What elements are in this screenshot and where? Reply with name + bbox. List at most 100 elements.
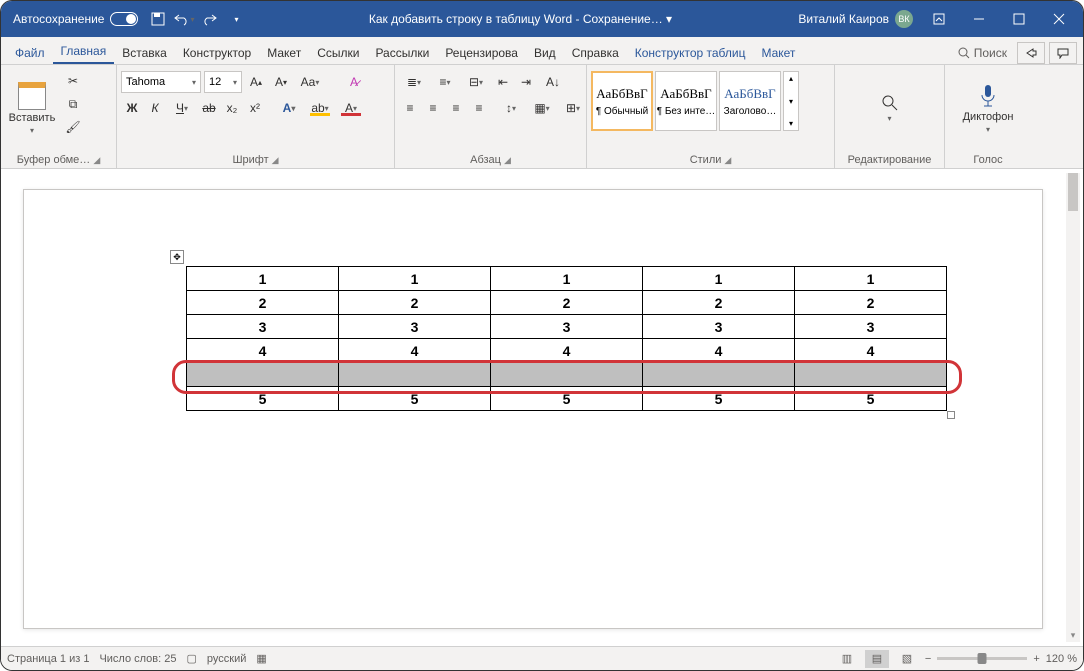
minimize-button[interactable] xyxy=(959,1,999,37)
highlight-button[interactable]: ab▾ xyxy=(305,97,335,119)
subscript-button[interactable]: x₂ xyxy=(221,97,243,119)
numbering-button[interactable]: ≡▾ xyxy=(430,71,460,93)
tab-design[interactable]: Конструктор xyxy=(175,40,259,64)
align-center-button[interactable]: ≡ xyxy=(422,97,444,119)
user-name: Виталий Каиров xyxy=(798,12,889,26)
undo-button[interactable]: ▾ xyxy=(172,7,196,31)
tab-view[interactable]: Вид xyxy=(526,40,564,64)
vertical-scrollbar[interactable]: ▴ ▾ xyxy=(1066,173,1080,642)
view-web-layout[interactable]: ▧ xyxy=(895,650,919,668)
save-icon[interactable] xyxy=(146,7,170,31)
close-button[interactable] xyxy=(1039,1,1079,37)
shrink-font-button[interactable]: A▾ xyxy=(270,71,292,93)
search-icon xyxy=(881,94,899,112)
scrollbar-thumb[interactable] xyxy=(1068,173,1078,211)
tab-table-design[interactable]: Конструктор таблиц xyxy=(627,40,754,64)
view-print-layout[interactable]: ▤ xyxy=(865,650,889,668)
group-voice-label: Голос xyxy=(973,154,1002,166)
change-case-button[interactable]: Aa▾ xyxy=(295,71,325,93)
font-size-select[interactable]: 12▾ xyxy=(204,71,242,93)
font-name-select[interactable]: Tahoma▾ xyxy=(121,71,201,93)
tab-help[interactable]: Справка xyxy=(564,40,627,64)
page-indicator[interactable]: Страница 1 из 1 xyxy=(7,653,89,665)
search-icon xyxy=(958,47,970,59)
sort-button[interactable]: A↓ xyxy=(538,71,568,93)
superscript-button[interactable]: x² xyxy=(244,97,266,119)
document-table[interactable]: 11111 22222 33333 44444 55555 xyxy=(186,266,947,411)
increase-indent-button[interactable]: ⇥ xyxy=(515,71,537,93)
proofing-icon[interactable]: ▢ xyxy=(187,652,197,665)
text-effects-button[interactable]: A▾ xyxy=(274,97,304,119)
justify-button[interactable]: ≡ xyxy=(468,97,490,119)
style-no-spacing[interactable]: АаБбВвГ ¶ Без инте… xyxy=(655,71,717,131)
table-resize-handle-icon[interactable] xyxy=(947,411,955,419)
bullets-button[interactable]: ≣▾ xyxy=(399,71,429,93)
tab-file[interactable]: Файл xyxy=(7,40,53,64)
comments-button[interactable] xyxy=(1049,42,1077,64)
scroll-down-icon[interactable]: ▾ xyxy=(1066,628,1080,642)
bold-button[interactable]: Ж xyxy=(121,97,143,119)
qat-customize[interactable]: ▾ xyxy=(224,7,248,31)
microphone-icon xyxy=(978,83,998,109)
clear-formatting-button[interactable]: A̷ xyxy=(343,71,365,93)
autosave-toggle[interactable]: Автосохранение xyxy=(13,12,138,26)
title-bar: Автосохранение ▾ ▾ Как добавить строку в… xyxy=(1,1,1083,37)
decrease-indent-button[interactable]: ⇤ xyxy=(492,71,514,93)
zoom-slider[interactable] xyxy=(937,657,1027,660)
page: ✥ 11111 22222 33333 44444 55555 xyxy=(23,189,1043,629)
style-heading1[interactable]: АаБбВвГ Заголово… xyxy=(719,71,781,131)
share-button[interactable] xyxy=(1017,42,1045,64)
paste-icon xyxy=(18,82,46,110)
group-paragraph: ≣▾ ≡▾ ⊟▾ ⇤ ⇥ A↓ ≡ ≡ ≡ ≡ ↕▾ ▦▾ xyxy=(395,65,587,168)
tab-insert[interactable]: Вставка xyxy=(114,40,175,64)
maximize-button[interactable] xyxy=(999,1,1039,37)
format-painter-button[interactable]: 🖌 xyxy=(62,117,84,137)
copy-button[interactable]: ⧉ xyxy=(62,94,84,114)
language-indicator[interactable]: русский xyxy=(207,653,246,665)
group-clipboard-label: Буфер обме… xyxy=(17,154,91,166)
paste-button[interactable]: Вставить ▾ xyxy=(5,69,59,147)
dictate-label: Диктофон xyxy=(963,111,1014,123)
ribbon-display-options[interactable] xyxy=(919,1,959,37)
paste-label: Вставить xyxy=(9,112,56,124)
style-normal[interactable]: АаБбВвГ ¶ Обычный xyxy=(591,71,653,131)
search-box[interactable]: Поиск xyxy=(952,44,1013,62)
shading-button[interactable]: ▦▾ xyxy=(527,97,557,119)
tab-home[interactable]: Главная xyxy=(53,38,115,64)
group-paragraph-label: Абзац xyxy=(470,154,501,166)
search-label: Поиск xyxy=(974,46,1007,60)
zoom-out-button[interactable]: − xyxy=(925,653,931,665)
user-account[interactable]: Виталий Каиров ВК xyxy=(798,10,913,28)
dictate-button[interactable]: Диктофон ▾ xyxy=(961,69,1015,147)
underline-button[interactable]: Ч▾ xyxy=(167,97,197,119)
grow-font-button[interactable]: A▴ xyxy=(245,71,267,93)
align-left-button[interactable]: ≡ xyxy=(399,97,421,119)
styles-gallery-more[interactable]: ▴▾▾ xyxy=(783,71,799,131)
document-area: ✥ 11111 22222 33333 44444 55555 ▴ ▾ xyxy=(1,169,1083,646)
view-read-mode[interactable]: ▥ xyxy=(835,650,859,668)
word-count[interactable]: Число слов: 25 xyxy=(99,653,176,665)
table-move-handle-icon[interactable]: ✥ xyxy=(170,250,184,264)
table-row-selected xyxy=(187,363,947,387)
table-container: ✥ 11111 22222 33333 44444 55555 xyxy=(186,266,947,411)
group-editing-label: Редактирование xyxy=(848,154,932,166)
font-color-button[interactable]: A▾ xyxy=(336,97,366,119)
table-row: 22222 xyxy=(187,291,947,315)
tab-layout[interactable]: Макет xyxy=(259,40,309,64)
borders-button[interactable]: ⊞▾ xyxy=(558,97,588,119)
cut-button[interactable]: ✂ xyxy=(62,71,84,91)
tab-mailings[interactable]: Рассылки xyxy=(367,40,437,64)
tab-review[interactable]: Рецензирова xyxy=(437,40,526,64)
align-right-button[interactable]: ≡ xyxy=(445,97,467,119)
zoom-level[interactable]: 120 % xyxy=(1046,653,1077,665)
tab-table-layout[interactable]: Макет xyxy=(753,40,803,64)
strike-button[interactable]: ab xyxy=(198,97,220,119)
macro-icon[interactable]: ▦ xyxy=(256,652,266,665)
tab-references[interactable]: Ссылки xyxy=(309,40,367,64)
find-button[interactable]: ▾ xyxy=(881,69,899,147)
redo-button[interactable] xyxy=(198,7,222,31)
multilevel-button[interactable]: ⊟▾ xyxy=(461,71,491,93)
italic-button[interactable]: К xyxy=(144,97,166,119)
line-spacing-button[interactable]: ↕▾ xyxy=(496,97,526,119)
zoom-in-button[interactable]: + xyxy=(1033,653,1039,665)
